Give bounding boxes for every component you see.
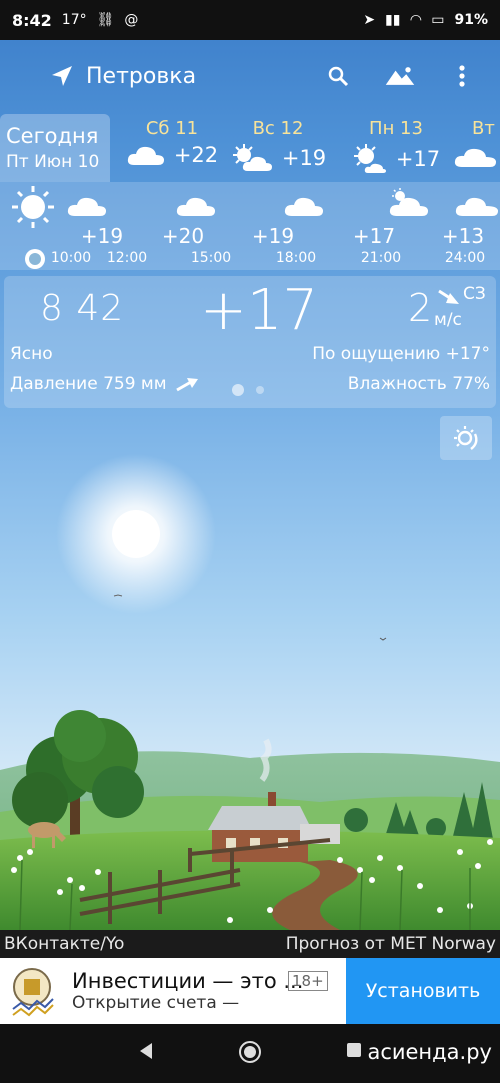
- location-icon: ➤: [363, 12, 376, 28]
- day-temp: +22: [173, 143, 219, 167]
- link-icon: ⛓: [96, 12, 115, 28]
- wind-direction: СЗ: [463, 284, 486, 304]
- wind-speed: 2: [408, 286, 433, 330]
- cloud-icon: [284, 197, 323, 216]
- ad-install-button[interactable]: Установить: [346, 958, 500, 1024]
- day-tab[interactable]: Вс 12 +19: [230, 114, 326, 182]
- page-dot: [256, 386, 264, 394]
- partly-cloudy-icon: [389, 188, 428, 216]
- hour-time: 21:00: [360, 250, 402, 266]
- cloud-icon: [67, 197, 106, 216]
- today-tab[interactable]: Сегодня Пт Июн 10: [0, 114, 110, 182]
- status-bar: 8:42 17° ⛓ @ ➤ ▮▮ ◠ ▭ 91%: [0, 0, 500, 40]
- day-tab[interactable]: Пн 13 +17: [348, 114, 444, 182]
- landscape-illustration: [0, 454, 500, 930]
- watermark: асиенда.ру: [367, 1040, 492, 1064]
- ad-age-badge: 18+: [288, 971, 328, 991]
- city-name[interactable]: Петровка: [86, 64, 196, 89]
- day-temp: +19: [281, 146, 327, 170]
- hour-time: 15:00: [190, 250, 232, 266]
- ad-banner[interactable]: Инвестиции — это ... Открытие счета — 18…: [0, 958, 500, 1024]
- cloud-icon: [455, 197, 498, 216]
- daily-forecast: Сегодня Пт Июн 10 Сб 11 +22 Вс 12 +19 Пн…: [0, 114, 500, 182]
- pressure-trend-icon: [175, 378, 198, 392]
- hour-temp: +13: [441, 224, 485, 248]
- battery-percent: 91%: [454, 12, 488, 28]
- ad-subtitle: Открытие счета —: [72, 993, 240, 1013]
- hour-time: 18:00: [275, 250, 317, 266]
- battery-icon: ▭: [431, 12, 445, 28]
- today-label: Сегодня: [6, 124, 99, 148]
- weather-condition: Ясно: [10, 344, 53, 364]
- day-tab[interactable]: Вт: [452, 114, 500, 182]
- cloud-icon: [454, 148, 496, 167]
- day-name: Сб 11: [145, 118, 199, 139]
- page-dot-active: [232, 384, 244, 396]
- partly-cloudy-icon: [232, 144, 272, 171]
- current-temperature: +17: [200, 278, 319, 343]
- cloud-icon: [176, 197, 215, 216]
- hour-temp: +20: [161, 224, 205, 248]
- current-clock: 8 42: [40, 288, 125, 329]
- more-menu-icon[interactable]: [446, 60, 478, 92]
- feels-like: По ощущению +17°: [312, 344, 490, 364]
- partly-cloudy-icon: [353, 144, 386, 173]
- day-name: Вт: [472, 118, 495, 139]
- status-time: 8:42: [12, 10, 52, 30]
- day-name: Вс 12: [252, 118, 304, 139]
- search-icon[interactable]: [322, 60, 354, 92]
- signal-icon: ▮▮: [385, 12, 401, 28]
- credits-bar: ВКонтакте/Yo Прогноз от MET Norway: [0, 930, 500, 958]
- notification-temp: 17°: [61, 12, 87, 28]
- home-icon[interactable]: [238, 1040, 262, 1064]
- recents-icon[interactable]: [346, 1042, 362, 1058]
- hour-temp: +17: [352, 224, 396, 248]
- location-arrow-icon[interactable]: [48, 62, 76, 90]
- hourly-forecast: +19 +20 +19 +17 +13 10:00 12:00 15:00 18…: [0, 182, 500, 270]
- pressure-value: Давление 759 мм: [10, 374, 167, 394]
- image-credit[interactable]: ВКонтакте/Yo: [4, 934, 124, 954]
- day-tab[interactable]: Сб 11 +22: [122, 114, 222, 182]
- hour-time: 24:00: [444, 250, 486, 266]
- back-icon[interactable]: [138, 1042, 154, 1060]
- sun-icon: [12, 186, 54, 228]
- hour-temp: +19: [251, 224, 295, 248]
- wifi-icon: ◠: [410, 12, 422, 28]
- at-icon: @: [124, 12, 139, 28]
- today-date: Пт Июн 10: [6, 152, 100, 172]
- wind-direction-icon: [438, 289, 459, 304]
- day-temp: +17: [395, 147, 441, 171]
- hour-temp: +19: [80, 224, 124, 248]
- cloud-icon: [127, 146, 164, 165]
- wind-unit: м/с: [434, 310, 462, 330]
- ad-logo: [0, 958, 64, 1024]
- page-indicator: [232, 384, 264, 396]
- app-bar: Петровка: [0, 40, 500, 112]
- landscape-icon[interactable]: [384, 60, 416, 92]
- hour-time: 12:00: [106, 250, 148, 266]
- day-name: Пн 13: [369, 118, 423, 139]
- current-conditions-card[interactable]: 8 42 +17 2 СЗ м/с Ясно По ощущению +17° …: [4, 276, 496, 408]
- humidity: Влажность 77%: [347, 374, 490, 394]
- pressure-row: Давление 759 мм: [10, 374, 199, 394]
- forecast-source[interactable]: Прогноз от MET Norway: [286, 934, 496, 954]
